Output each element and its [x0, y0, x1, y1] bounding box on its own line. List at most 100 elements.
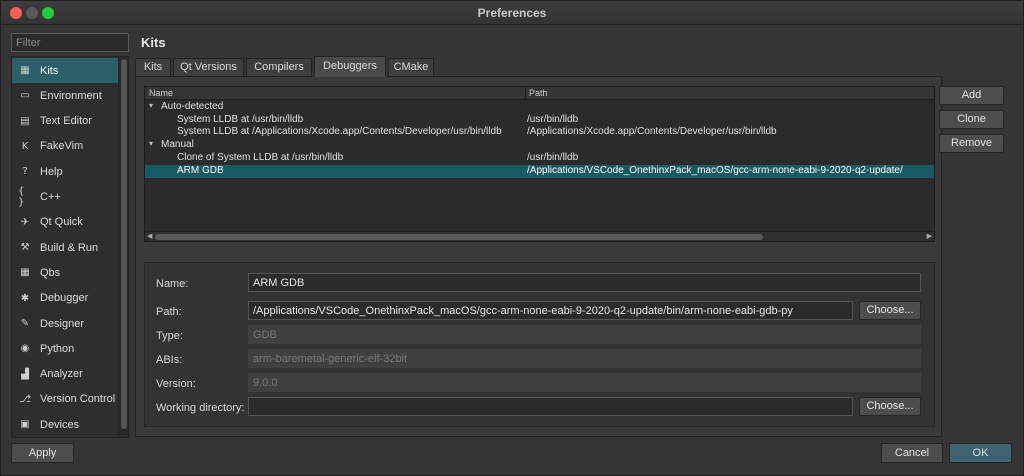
fakevim-icon: K: [21, 140, 29, 152]
devices-icon: ▣: [20, 419, 30, 431]
sidebar-scroll-thumb[interactable]: [121, 59, 127, 429]
sidebar-item-python[interactable]: ◉ Python: [12, 336, 118, 361]
tree-row[interactable]: System LLDB at /usr/bin/lldb/usr/bin/lld…: [145, 114, 934, 127]
monitor-icon: ▭: [20, 90, 30, 102]
tab-compilers[interactable]: Compilers: [246, 58, 312, 77]
debugger-path-cell: /Applications/VSCode_OnethinxPack_macOS/…: [527, 164, 903, 176]
sidebar-item-devices[interactable]: ▣ Devices: [12, 412, 118, 437]
page-title: Kits: [141, 35, 166, 50]
window-title: Preferences: [477, 6, 547, 20]
sidebar-item-kits[interactable]: ▦ Kits: [12, 58, 118, 83]
sidebar-item-label: C++: [40, 191, 61, 203]
column-separator[interactable]: [525, 87, 526, 100]
apply-button[interactable]: Apply: [11, 443, 74, 463]
tree-group-label: Manual: [161, 139, 194, 151]
sidebar-item-label: Qt Quick: [40, 216, 83, 229]
filter-input[interactable]: [11, 33, 129, 52]
tree-header: Name Path: [145, 87, 934, 100]
working-directory-label: Working directory:: [156, 402, 245, 414]
sidebar-item-version-control[interactable]: ⎇ Version Control: [12, 387, 118, 412]
debugger-path-cell: /usr/bin/lldb: [527, 151, 579, 163]
column-header-name[interactable]: Name: [149, 88, 173, 98]
path-field[interactable]: [248, 301, 853, 320]
abis-field: [248, 349, 921, 368]
hammer-icon: ⚒: [20, 242, 30, 254]
type-label: Type:: [156, 330, 183, 342]
sidebar-item-environment[interactable]: ▭ Environment: [12, 83, 118, 108]
sidebar-item-build-run[interactable]: ⚒ Build & Run: [12, 235, 118, 260]
choose-path-button[interactable]: Choose...: [859, 301, 921, 320]
scroll-right-icon[interactable]: ▶: [927, 232, 932, 240]
name-label: Name:: [156, 278, 189, 290]
bug-icon: ✱: [20, 292, 30, 304]
sidebar-item-qbs[interactable]: ▦ Qbs: [12, 260, 118, 285]
clone-button[interactable]: Clone: [939, 110, 1004, 129]
sidebar-item-fakevim[interactable]: K FakeVim: [12, 134, 118, 159]
column-header-path[interactable]: Path: [529, 88, 548, 98]
cancel-button[interactable]: Cancel: [881, 443, 943, 463]
abis-label: ABIs:: [156, 354, 183, 366]
sidebar-item-label: Environment: [40, 89, 102, 102]
path-label: Path:: [156, 306, 182, 318]
sidebar-item-label: Build & Run: [40, 241, 99, 254]
tree-row[interactable]: System LLDB at /Applications/Xcode.app/C…: [145, 126, 934, 139]
sidebar-item-designer[interactable]: ✎ Designer: [12, 311, 118, 336]
name-field[interactable]: [248, 273, 921, 292]
tree-row[interactable]: Clone of System LLDB at /usr/bin/lldb/us…: [145, 152, 934, 165]
version-label: Version:: [156, 378, 196, 390]
tree-scroll-thumb[interactable]: [155, 234, 763, 240]
debugger-name-cell: Clone of System LLDB at /usr/bin/lldb: [177, 151, 344, 163]
debuggers-tree: Name Path ◀ ▶ ▾ Auto-detected System LLDB …: [144, 86, 935, 242]
python-icon: ◉: [20, 343, 30, 355]
tree-row[interactable]: ARM GDB/Applications/VSCode_OnethinxPack…: [145, 164, 934, 178]
tab-qt-versions[interactable]: Qt Versions: [173, 58, 244, 77]
sidebar-item-label: Qbs: [40, 266, 61, 279]
title-bar: Preferences: [1, 1, 1023, 25]
help-icon: ?: [22, 166, 28, 178]
sidebar-item-debugger[interactable]: ✱ Debugger: [12, 286, 118, 311]
sidebar-item-help[interactable]: ? Help: [12, 159, 118, 184]
sidebar-item-label: Kits: [40, 64, 59, 77]
sidebar-item-label: FakeVim: [40, 140, 84, 153]
sidebar-item-label: Designer: [40, 317, 85, 330]
text-editor-icon: ▤: [20, 115, 30, 127]
debugger-path-cell: /Applications/Xcode.app/Contents/Develop…: [527, 126, 777, 138]
scroll-left-icon[interactable]: ◀: [147, 232, 152, 240]
sidebar-item-label: Devices: [40, 418, 80, 431]
debugger-name-cell: System LLDB at /Applications/Xcode.app/C…: [177, 126, 502, 138]
sidebar-item-label: Analyzer: [40, 368, 83, 381]
analyzer-icon: ▟: [21, 368, 29, 380]
tree-group[interactable]: ▾ Manual: [145, 139, 934, 152]
tab-cmake[interactable]: CMake: [388, 58, 434, 77]
choose-working-directory-button[interactable]: Choose...: [859, 397, 921, 416]
debugger-name-cell: System LLDB at /usr/bin/lldb: [177, 113, 304, 125]
tab-kits[interactable]: Kits: [135, 58, 171, 77]
kits-icon: ▦: [20, 65, 30, 76]
working-directory-field[interactable]: [248, 397, 853, 416]
sidebar-scrollbar[interactable]: [118, 57, 128, 437]
sidebar-item-label: Python: [40, 342, 75, 355]
sidebar-item-c[interactable]: { } C++: [12, 185, 118, 210]
tree-horizontal-scrollbar[interactable]: ◀ ▶: [145, 231, 934, 241]
sidebar-item-label: Help: [40, 165, 63, 178]
sidebar: ▣ Devices ⎇ Version Control ▟ Analyzer ◉ Python…: [11, 56, 129, 438]
add-button[interactable]: Add: [939, 86, 1004, 105]
expand-arrow-icon[interactable]: ▾: [149, 101, 153, 110]
pencil-icon: ✎: [20, 318, 30, 329]
sidebar-item-text-editor[interactable]: ▤ Text Editor: [12, 109, 118, 134]
grid-icon: ▦: [20, 267, 30, 279]
expand-arrow-icon[interactable]: ▾: [149, 139, 153, 148]
ok-button[interactable]: OK: [949, 443, 1012, 463]
sidebar-item-qt-quick[interactable]: ✈ Qt Quick: [12, 210, 118, 235]
version-control-icon: ⎇: [19, 393, 31, 405]
tree-group[interactable]: ▾ Auto-detected: [145, 101, 934, 114]
tree-group-label: Auto-detected: [161, 101, 224, 112]
version-field: [248, 373, 921, 392]
tab-debuggers[interactable]: Debuggers: [314, 56, 386, 77]
debugger-name-cell: ARM GDB: [177, 164, 224, 176]
type-field: [248, 325, 921, 344]
sidebar-item-analyzer[interactable]: ▟ Analyzer: [12, 362, 118, 387]
remove-button[interactable]: Remove: [939, 134, 1004, 153]
sidebar-item-label: Text Editor: [40, 115, 92, 128]
qt-quick-icon: ✈: [20, 216, 30, 228]
